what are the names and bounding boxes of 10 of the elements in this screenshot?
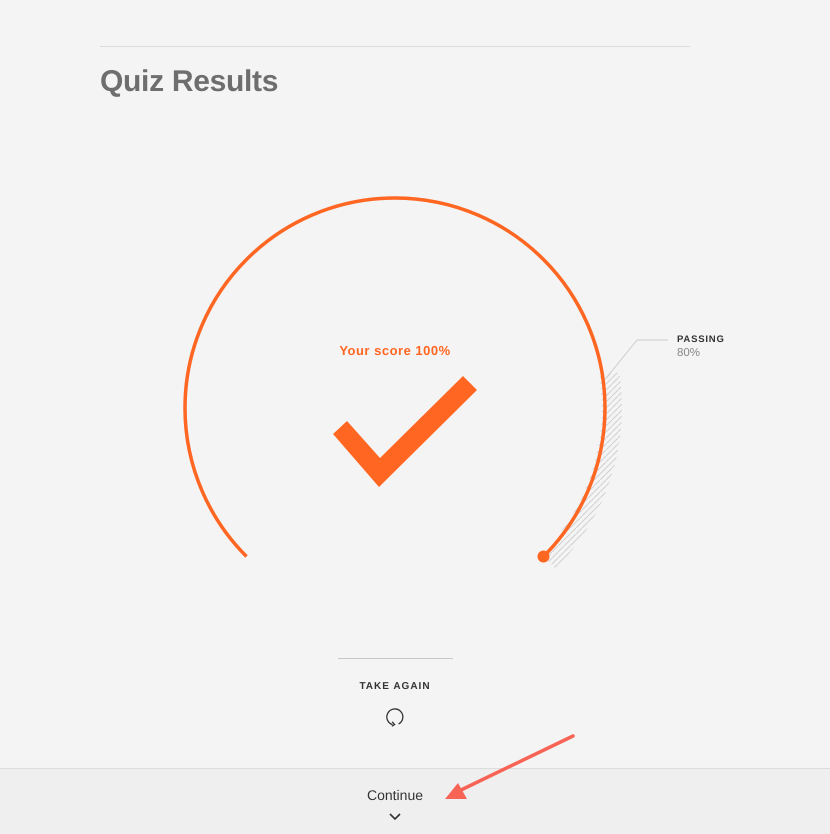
score-label: Your score 100% bbox=[338, 343, 452, 359]
page-title: Quiz Results bbox=[100, 64, 280, 100]
arc-end-dot-icon bbox=[538, 550, 550, 562]
take-again-button[interactable]: TAKE AGAIN bbox=[359, 680, 431, 727]
passing-label: PASSING bbox=[677, 333, 725, 346]
leader-line bbox=[605, 340, 668, 379]
passing-value: 80% bbox=[677, 346, 702, 361]
retry-icon bbox=[384, 707, 405, 727]
chevron-down-icon bbox=[388, 813, 401, 820]
continue-button[interactable]: Continue bbox=[366, 787, 424, 820]
